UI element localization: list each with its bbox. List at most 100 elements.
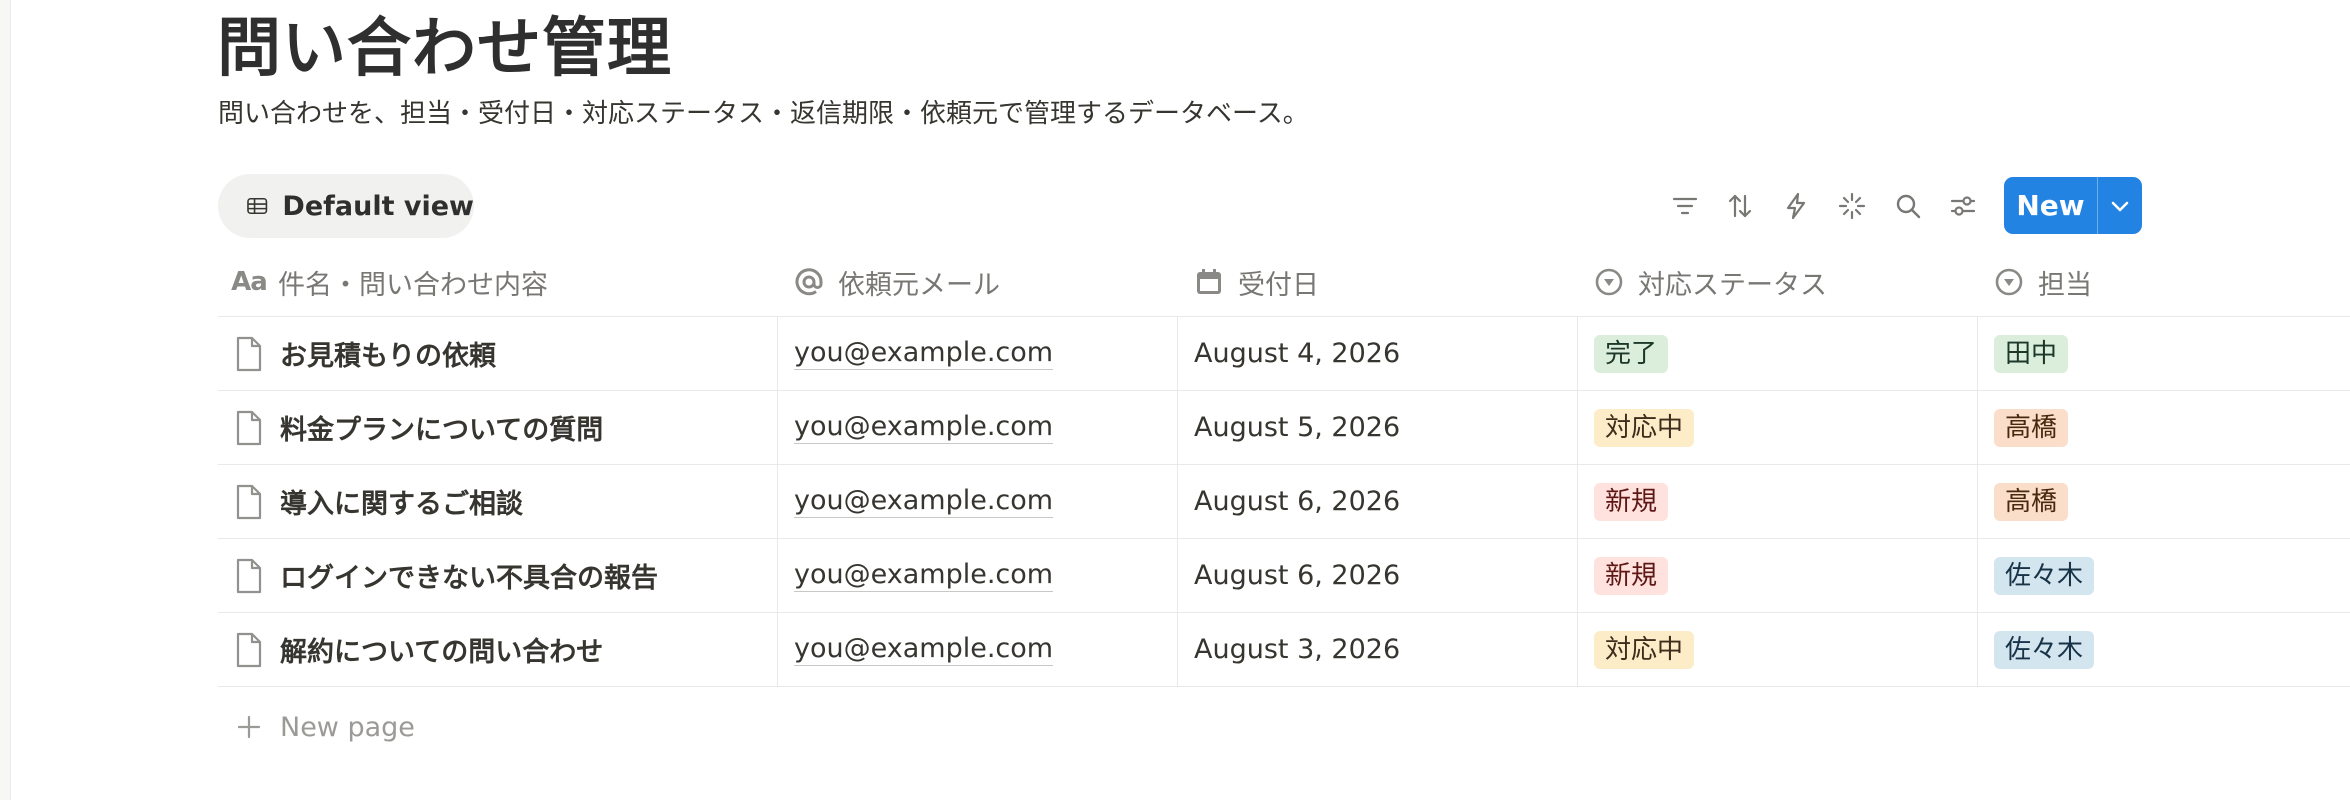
automation-icon <box>1786 192 1806 220</box>
new-button-label[interactable]: New <box>2004 177 2097 234</box>
row-title[interactable]: 料金プランについての質問 <box>280 408 603 447</box>
owner-tag: 田中 <box>1994 334 2069 373</box>
row-title[interactable]: お見積もりの依頼 <box>280 334 496 373</box>
cell-owner[interactable]: 田中 <box>1977 317 2350 390</box>
new-button[interactable]: New <box>2004 177 2142 234</box>
owner-tag: 佐々木 <box>1994 630 2095 669</box>
row-title[interactable]: 導入に関するご相談 <box>280 482 523 521</box>
column-header-email[interactable]: 依頼元メール <box>792 248 1000 316</box>
table-row[interactable]: お見積もりの依頼 you@example.com August 4, 2026 完了 田… <box>218 317 2350 391</box>
cell-email[interactable]: you@example.com <box>777 539 1177 612</box>
cell-owner[interactable]: 高橋 <box>1977 465 2350 538</box>
cell-title[interactable]: 料金プランについての質問 <box>218 391 776 464</box>
table-row[interactable]: 料金プランについての質問 you@example.com August 5, 202… <box>218 391 2350 465</box>
cell-owner[interactable]: 佐々木 <box>1977 539 2350 612</box>
cell-status[interactable]: 対応中 <box>1577 613 1977 686</box>
sort-button[interactable] <box>1722 188 1758 224</box>
cell-title[interactable]: お見積もりの依頼 <box>218 317 776 390</box>
table-icon <box>247 197 268 215</box>
column-header-status[interactable]: 対応ステータス <box>1592 248 1827 316</box>
cell-status[interactable]: 新規 <box>1577 465 1977 538</box>
at-sign-icon <box>792 265 826 299</box>
automation-button[interactable] <box>1778 188 1814 224</box>
cell-status[interactable]: 新規 <box>1577 539 1977 612</box>
status-select-icon <box>1592 265 1626 299</box>
cell-date[interactable]: August 5, 2026 <box>1177 391 1577 464</box>
cell-email[interactable]: you@example.com <box>777 317 1177 390</box>
cell-title[interactable]: ログインできない不具合の報告 <box>218 539 776 612</box>
cell-date[interactable]: August 4, 2026 <box>1177 317 1577 390</box>
email-link[interactable]: you@example.com <box>794 485 1054 518</box>
table-row[interactable]: ログインできない不具合の報告 you@example.com August 6, 2… <box>218 539 2350 613</box>
cell-email[interactable]: you@example.com <box>777 391 1177 464</box>
column-header-label: 受付日 <box>1238 269 1319 301</box>
chevron-down-icon <box>2111 201 2129 211</box>
date-value: August 4, 2026 <box>1194 338 1401 369</box>
new-page-label: New page <box>280 711 415 743</box>
column-header-label: 対応ステータス <box>1638 269 1827 301</box>
search-button[interactable] <box>1890 188 1926 224</box>
column-header-owner[interactable]: 担当 <box>1992 248 2092 316</box>
column-header-date[interactable]: 受付日 <box>1192 248 1319 316</box>
status-tag: 完了 <box>1594 334 1669 373</box>
filter-icon <box>1672 197 1698 215</box>
table-body: お見積もりの依頼 you@example.com August 4, 2026 完了 田… <box>218 317 2350 687</box>
date-value: August 3, 2026 <box>1194 634 1401 665</box>
view-settings-button[interactable] <box>1945 188 1981 224</box>
cell-owner[interactable]: 佐々木 <box>1977 613 2350 686</box>
cell-status[interactable]: 対応中 <box>1577 391 1977 464</box>
status-tag: 対応中 <box>1594 408 1695 447</box>
settings-sliders-icon <box>1950 196 1976 216</box>
date-value: August 6, 2026 <box>1194 560 1401 591</box>
cell-email[interactable]: you@example.com <box>777 465 1177 538</box>
cell-status[interactable]: 完了 <box>1577 317 1977 390</box>
page-icon <box>236 632 262 667</box>
table-row[interactable]: 解約についての問い合わせ you@example.com August 3, 202… <box>218 613 2350 687</box>
owner-tag: 高橋 <box>1994 408 2069 447</box>
cell-date[interactable]: August 6, 2026 <box>1177 539 1577 612</box>
search-icon <box>1896 194 1921 219</box>
cell-date[interactable]: August 3, 2026 <box>1177 613 1577 686</box>
sort-icon <box>1728 194 1752 218</box>
email-link[interactable]: you@example.com <box>794 559 1054 592</box>
date-value: August 5, 2026 <box>1194 412 1401 443</box>
cell-title[interactable]: 解約についての問い合わせ <box>218 613 776 686</box>
select-icon <box>1992 265 2026 299</box>
owner-tag: 高橋 <box>1994 482 2069 521</box>
cell-email[interactable]: you@example.com <box>777 613 1177 686</box>
row-title[interactable]: 解約についての問い合わせ <box>280 630 603 669</box>
plus-icon <box>237 715 261 739</box>
column-header-title[interactable]: Aa 件名・問い合わせ内容 <box>231 248 548 316</box>
owner-tag: 佐々木 <box>1994 556 2095 595</box>
email-link[interactable]: you@example.com <box>794 411 1054 444</box>
ai-button[interactable] <box>1834 188 1870 224</box>
cell-date[interactable]: August 6, 2026 <box>1177 465 1577 538</box>
status-tag: 新規 <box>1594 482 1669 521</box>
calendar-icon <box>1192 265 1226 299</box>
page-icon <box>236 410 262 445</box>
new-page-button[interactable]: New page <box>218 690 415 764</box>
table-row[interactable]: 導入に関するご相談 you@example.com August 6, 2026 新規… <box>218 465 2350 539</box>
status-tag: 新規 <box>1594 556 1669 595</box>
sidebar-edge <box>0 0 11 800</box>
cell-title[interactable]: 導入に関するご相談 <box>218 465 776 538</box>
column-header-label: 依頼元メール <box>838 269 1000 301</box>
view-tab-label: Default view <box>282 190 474 222</box>
column-header-label: 件名・問い合わせ内容 <box>278 269 548 301</box>
table-header: Aa 件名・問い合わせ内容 依頼元メール 受付日 対応ステータス 担当 <box>218 248 2350 317</box>
view-tab-default[interactable]: Default view <box>218 174 474 238</box>
cell-owner[interactable]: 高橋 <box>1977 391 2350 464</box>
title-aa-icon: Aa <box>231 267 268 297</box>
page-title: 問い合わせ管理 <box>217 12 672 86</box>
new-dropdown-button[interactable] <box>2098 177 2142 234</box>
page-icon <box>236 558 262 593</box>
filter-button[interactable] <box>1667 188 1703 224</box>
status-tag: 対応中 <box>1594 630 1695 669</box>
email-link[interactable]: you@example.com <box>794 633 1054 666</box>
page-description: 問い合わせを、担当・受付日・対応ステータス・返信期限・依頼元で管理するデータベー… <box>218 99 1309 129</box>
column-header-label: 担当 <box>2038 269 2092 301</box>
row-title[interactable]: ログインできない不具合の報告 <box>280 556 658 595</box>
page-icon <box>236 336 262 371</box>
email-link[interactable]: you@example.com <box>794 337 1054 370</box>
date-value: August 6, 2026 <box>1194 486 1401 517</box>
